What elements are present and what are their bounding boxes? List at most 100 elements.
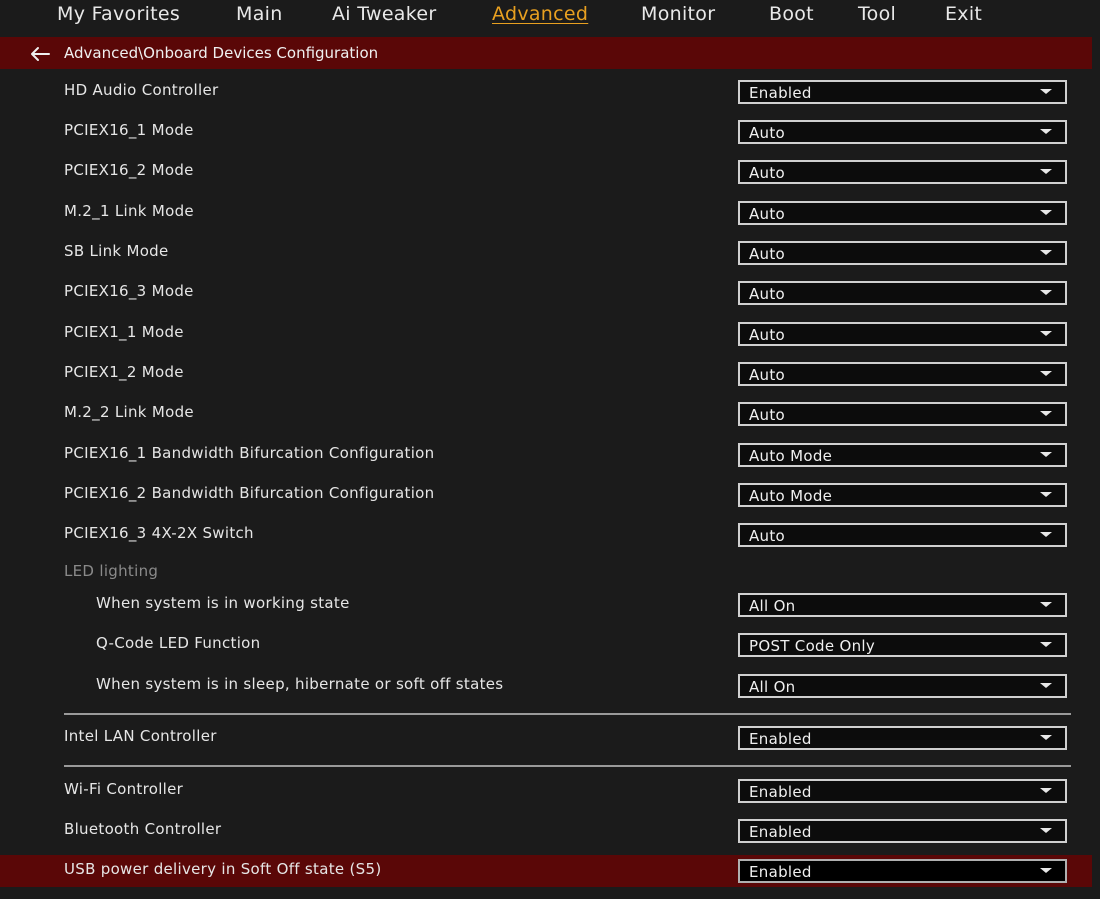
setting-dropdown[interactable]: Auto [738, 241, 1067, 265]
setting-dropdown[interactable]: Auto [738, 281, 1067, 305]
setting-label: Wi-Fi Controller [64, 780, 184, 798]
setting-dropdown[interactable]: Auto [738, 322, 1067, 346]
setting-dropdown[interactable]: Auto [738, 362, 1067, 386]
setting-row[interactable]: Wi-Fi Controller Enabled [0, 775, 1092, 807]
led-section-heading: LED lighting [64, 562, 159, 580]
setting-value: Enabled [749, 863, 812, 881]
setting-label: HD Audio Controller [64, 81, 219, 99]
tab-tool[interactable]: Tool [858, 3, 896, 25]
tab-advanced[interactable]: Advanced [492, 3, 588, 25]
chevron-down-icon [1040, 371, 1052, 376]
setting-label: PCIEX16_3 Mode [64, 282, 194, 300]
setting-row[interactable]: When system is in working state All On [0, 589, 1092, 621]
setting-row-selected[interactable]: USB power delivery in Soft Off state (S5… [0, 855, 1092, 887]
setting-row[interactable]: Q-Code LED Function POST Code Only [0, 629, 1092, 661]
setting-value: Auto Mode [749, 487, 833, 505]
tab-my-favorites[interactable]: My Favorites [57, 3, 180, 25]
setting-row[interactable]: M.2_1 Link Mode Auto [0, 197, 1092, 229]
setting-value: POST Code Only [749, 637, 876, 655]
setting-label: When system is in working state [96, 594, 350, 612]
chevron-down-icon [1040, 532, 1052, 537]
setting-label: SB Link Mode [64, 242, 169, 260]
setting-label: When system is in sleep, hibernate or so… [96, 675, 504, 693]
chevron-down-icon [1040, 788, 1052, 793]
setting-value: Auto [749, 285, 786, 303]
tab-ai-tweaker[interactable]: Ai Tweaker [332, 3, 436, 25]
setting-label: PCIEX1_1 Mode [64, 323, 184, 341]
setting-dropdown[interactable]: Auto Mode [738, 443, 1067, 467]
setting-dropdown[interactable]: Auto [738, 402, 1067, 426]
setting-row[interactable]: When system is in sleep, hibernate or so… [0, 670, 1092, 702]
setting-label: M.2_2 Link Mode [64, 403, 194, 421]
chevron-down-icon [1040, 602, 1052, 607]
chevron-down-icon [1040, 452, 1052, 457]
setting-label: Intel LAN Controller [64, 727, 217, 745]
top-nav: My Favorites Main Ai Tweaker Advanced Mo… [0, 0, 1100, 32]
setting-dropdown[interactable]: Enabled [738, 779, 1067, 803]
setting-label: PCIEX16_2 Mode [64, 161, 194, 179]
setting-dropdown[interactable]: Auto [738, 160, 1067, 184]
setting-row[interactable]: Bluetooth Controller Enabled [0, 815, 1092, 847]
chevron-down-icon [1040, 210, 1052, 215]
chevron-down-icon [1040, 642, 1052, 647]
chevron-down-icon [1040, 492, 1052, 497]
setting-dropdown[interactable]: All On [738, 593, 1067, 617]
setting-dropdown[interactable]: POST Code Only [738, 633, 1067, 657]
setting-row[interactable]: PCIEX1_2 Mode Auto [0, 358, 1092, 390]
setting-row[interactable]: M.2_2 Link Mode Auto [0, 398, 1092, 430]
setting-label: PCIEX16_3 4X-2X Switch [64, 524, 254, 542]
setting-dropdown[interactable]: Auto Mode [738, 483, 1067, 507]
setting-row[interactable]: PCIEX16_3 4X-2X Switch Auto [0, 519, 1092, 551]
setting-row[interactable]: Intel LAN Controller Enabled [0, 722, 1092, 754]
setting-value: Enabled [749, 84, 812, 102]
setting-dropdown[interactable]: Auto [738, 523, 1067, 547]
setting-label: PCIEX16_1 Bandwidth Bifurcation Configur… [64, 444, 435, 462]
setting-row[interactable]: PCIEX1_1 Mode Auto [0, 318, 1092, 350]
setting-value: Auto [749, 245, 786, 263]
breadcrumb-path: Advanced\Onboard Devices Configuration [64, 44, 379, 62]
chevron-down-icon [1040, 411, 1052, 416]
setting-dropdown[interactable]: Auto [738, 120, 1067, 144]
chevron-down-icon [1040, 828, 1052, 833]
divider [64, 713, 1071, 715]
setting-label: USB power delivery in Soft Off state (S5… [64, 860, 382, 878]
setting-row[interactable]: PCIEX16_1 Mode Auto [0, 116, 1092, 148]
tab-exit[interactable]: Exit [945, 3, 982, 25]
setting-row[interactable]: PCIEX16_1 Bandwidth Bifurcation Configur… [0, 439, 1092, 471]
setting-value: Auto [749, 164, 786, 182]
chevron-down-icon [1040, 683, 1052, 688]
setting-value: Auto [749, 527, 786, 545]
setting-dropdown[interactable]: Enabled [738, 819, 1067, 843]
tab-boot[interactable]: Boot [769, 3, 814, 25]
chevron-down-icon [1040, 169, 1052, 174]
setting-dropdown[interactable]: Enabled [738, 859, 1067, 883]
setting-dropdown[interactable]: All On [738, 674, 1067, 698]
setting-value: Auto [749, 366, 786, 384]
tab-main[interactable]: Main [236, 3, 283, 25]
setting-row[interactable]: SB Link Mode Auto [0, 237, 1092, 269]
setting-value: All On [749, 678, 796, 696]
setting-value: All On [749, 597, 796, 615]
setting-dropdown[interactable]: Enabled [738, 80, 1067, 104]
chevron-down-icon [1040, 129, 1052, 134]
chevron-down-icon [1040, 868, 1052, 873]
setting-value: Auto [749, 326, 786, 344]
setting-label: M.2_1 Link Mode [64, 202, 194, 220]
setting-value: Auto [749, 124, 786, 142]
setting-row[interactable]: PCIEX16_2 Bandwidth Bifurcation Configur… [0, 479, 1092, 511]
tab-monitor[interactable]: Monitor [641, 3, 715, 25]
setting-row[interactable]: HD Audio Controller Enabled [0, 76, 1092, 108]
setting-label: Bluetooth Controller [64, 820, 222, 838]
setting-label: Q-Code LED Function [96, 634, 261, 652]
setting-row[interactable]: PCIEX16_2 Mode Auto [0, 156, 1092, 188]
setting-value: Auto [749, 406, 786, 424]
setting-dropdown[interactable]: Auto [738, 201, 1067, 225]
chevron-down-icon [1040, 331, 1052, 336]
setting-dropdown[interactable]: Enabled [738, 726, 1067, 750]
setting-value: Enabled [749, 730, 812, 748]
setting-label: PCIEX16_2 Bandwidth Bifurcation Configur… [64, 484, 435, 502]
setting-row[interactable]: PCIEX16_3 Mode Auto [0, 277, 1092, 309]
arrow-left-icon[interactable] [29, 46, 51, 62]
divider [64, 765, 1071, 767]
setting-value: Enabled [749, 823, 812, 841]
